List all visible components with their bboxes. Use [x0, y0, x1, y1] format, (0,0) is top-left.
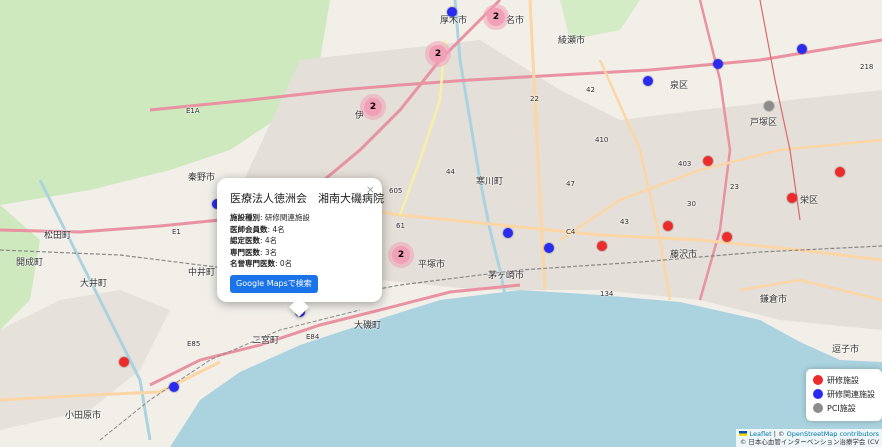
place-label: 寒川町	[476, 177, 504, 187]
popup-row: 医師会員数: 4名	[230, 224, 310, 236]
marker-cluster[interactable]: 2	[360, 94, 386, 120]
road-label: 605	[389, 187, 403, 195]
leaflet-link[interactable]: Leaflet	[750, 430, 772, 438]
map-attribution: Leaflet | © OpenStreetMap contributors ©…	[736, 429, 882, 447]
legend-item-training: 研修施設	[813, 374, 859, 387]
row-value: : 研修関連施設	[260, 213, 310, 222]
marker-training[interactable]	[703, 156, 713, 166]
cluster-count: 2	[392, 246, 410, 264]
cluster-count: 2	[487, 8, 505, 26]
place-label: 藤沢市	[670, 250, 698, 260]
place-label: 綾瀬市	[558, 36, 586, 46]
red-dot-icon	[813, 375, 823, 385]
road-label: 410	[595, 136, 609, 144]
attribution-sep: | ©	[771, 430, 787, 438]
road-label: 218	[860, 63, 874, 71]
blue-dot-icon	[813, 389, 823, 399]
osm-link[interactable]: OpenStreetMap contributors	[787, 430, 879, 438]
road-label: 22	[530, 95, 539, 103]
road-label: 30	[687, 200, 696, 208]
marker-training[interactable]	[597, 241, 607, 251]
ukraine-flag-icon	[739, 431, 748, 436]
place-label: 逗子市	[832, 345, 860, 355]
road-label: 23	[730, 183, 739, 191]
cluster-count: 2	[364, 98, 382, 116]
row-label: 医師会員数	[230, 224, 268, 234]
road-label: 134	[600, 290, 614, 298]
marker-training-related[interactable]	[447, 7, 457, 17]
road-label: E84	[306, 333, 320, 341]
marker-training-related[interactable]	[503, 228, 513, 238]
legend-item-pci: PCI施設	[813, 402, 856, 415]
row-value: : 3名	[260, 247, 278, 257]
place-label: 開成町	[16, 258, 44, 268]
attribution-line2: © 日本心血管インターベンション治療学会 (CV	[739, 438, 879, 446]
gray-dot-icon	[813, 403, 823, 413]
legend-label: PCI施設	[827, 404, 856, 413]
popup-row: 名誉専門医数: 0名	[230, 258, 310, 270]
facility-popup: × 医療法人徳洲会 湘南大磯病院 施設種別: 研修関連施設 医師会員数: 4名 …	[217, 178, 384, 317]
road-label: 43	[620, 218, 629, 226]
marker-training-related[interactable]	[643, 76, 653, 86]
marker-cluster[interactable]: 2	[425, 41, 451, 67]
marker-training-related[interactable]	[169, 382, 179, 392]
marker-cluster[interactable]: 2	[483, 4, 509, 30]
legend-label: 研修関連施設	[827, 390, 875, 399]
map-canvas[interactable]: 厚木市 名市 綾瀬市 伊 秦野市 寒川町 茅ヶ崎市 平塚市 藤沢市 鎌倉市 大磯…	[0, 0, 882, 447]
row-value: : 4名	[260, 236, 278, 245]
row-label: 施設種別	[230, 213, 260, 222]
place-label: 中井町	[188, 268, 216, 278]
road-label: 44	[446, 168, 455, 176]
place-label: 二宮町	[252, 336, 280, 346]
marker-cluster[interactable]: 2	[388, 242, 414, 268]
road-label: 61	[396, 222, 405, 230]
marker-training-related[interactable]	[544, 243, 554, 253]
place-label: 大磯町	[354, 321, 382, 331]
legend-item-training-related: 研修関連施設	[813, 388, 875, 401]
place-label: 松田町	[44, 231, 72, 241]
row-value: : 4名	[267, 224, 285, 234]
legend-label: 研修施設	[827, 376, 859, 385]
road-label: C4	[566, 228, 576, 236]
marker-training-related[interactable]	[713, 59, 723, 69]
road-label: E1	[172, 228, 181, 236]
road-label: 42	[586, 86, 595, 94]
place-label: 栄区	[800, 196, 819, 206]
road-label: 403	[678, 160, 692, 168]
marker-training-related[interactable]	[797, 44, 807, 54]
popup-details: 施設種別: 研修関連施設 医師会員数: 4名 認定医数: 4名 専門医数: 3名…	[230, 212, 310, 270]
popup-row: 専門医数: 3名	[230, 247, 310, 259]
marker-training[interactable]	[663, 221, 673, 231]
marker-training[interactable]	[119, 357, 129, 367]
google-maps-search-button[interactable]: Google Mapsで検索	[230, 275, 318, 293]
place-label: 小田原市	[65, 411, 102, 421]
row-label: 認定医数	[230, 236, 260, 245]
place-label: 秦野市	[188, 173, 216, 183]
place-label: 鎌倉市	[760, 295, 788, 305]
marker-training[interactable]	[835, 167, 845, 177]
map-legend: 研修施設 研修関連施設 PCI施設	[806, 369, 882, 421]
place-label: 大井町	[80, 279, 108, 289]
place-label: 茅ヶ崎市	[488, 271, 525, 281]
row-label: 専門医数	[230, 247, 260, 257]
place-label: 平塚市	[418, 260, 446, 270]
place-label: 泉区	[670, 81, 689, 91]
cluster-count: 2	[429, 45, 447, 63]
road-label: E85	[187, 340, 201, 348]
row-label: 名誉専門医数	[230, 259, 275, 268]
road-label: E1A	[186, 107, 200, 115]
road-label: 47	[566, 180, 575, 188]
marker-pci[interactable]	[764, 101, 774, 111]
place-label: 戸塚区	[750, 118, 778, 128]
popup-title: 医療法人徳洲会 湘南大磯病院	[230, 192, 384, 205]
row-value: : 0名	[275, 259, 293, 268]
popup-row: 認定医数: 4名	[230, 235, 310, 247]
marker-training[interactable]	[722, 232, 732, 242]
map-base-tiles	[0, 0, 882, 447]
marker-training[interactable]	[787, 193, 797, 203]
popup-row: 施設種別: 研修関連施設	[230, 212, 310, 224]
